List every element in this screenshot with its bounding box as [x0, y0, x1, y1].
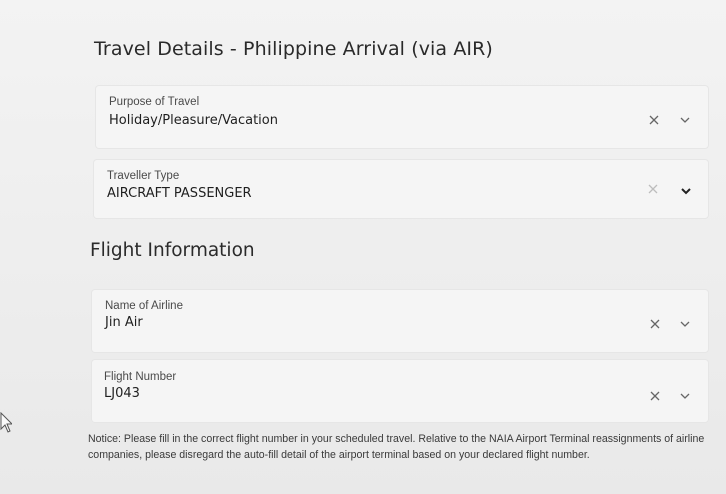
airline-name-select[interactable]: Name of Airline Jin Air [92, 290, 708, 352]
close-icon[interactable] [649, 390, 661, 402]
close-icon[interactable] [648, 114, 660, 126]
traveller-type-select[interactable]: Traveller Type AIRCRAFT PASSENGER [94, 160, 708, 218]
chevron-down-icon[interactable] [679, 390, 691, 402]
purpose-of-travel-value: Holiday/Pleasure/Vacation [109, 113, 278, 128]
travel-form-page: Travel Details - Philippine Arrival (via… [0, 0, 726, 494]
mouse-pointer-icon [0, 412, 12, 433]
flight-number-select[interactable]: Flight Number LJ043 [92, 360, 708, 422]
flight-number-label: Flight Number [104, 371, 177, 383]
airline-name-label: Name of Airline [105, 300, 183, 312]
purpose-of-travel-label: Purpose of Travel [109, 96, 200, 108]
traveller-type-value: AIRCRAFT PASSENGER [107, 186, 252, 201]
chevron-down-icon[interactable] [679, 318, 691, 330]
chevron-down-icon[interactable] [680, 185, 692, 197]
traveller-type-label: Traveller Type [107, 170, 180, 182]
airline-name-value: Jin Air [105, 315, 143, 330]
flight-information-title: Flight Information [90, 240, 255, 261]
close-icon[interactable] [647, 183, 659, 195]
flight-number-notice: Notice: Please fill in the correct fligh… [88, 433, 705, 461]
flight-number-value: LJ043 [104, 386, 140, 401]
purpose-of-travel-select[interactable]: Purpose of Travel Holiday/Pleasure/Vacat… [96, 86, 708, 148]
travel-details-title: Travel Details - Philippine Arrival (via… [94, 38, 493, 60]
close-icon[interactable] [649, 318, 661, 330]
chevron-down-icon[interactable] [679, 114, 691, 126]
